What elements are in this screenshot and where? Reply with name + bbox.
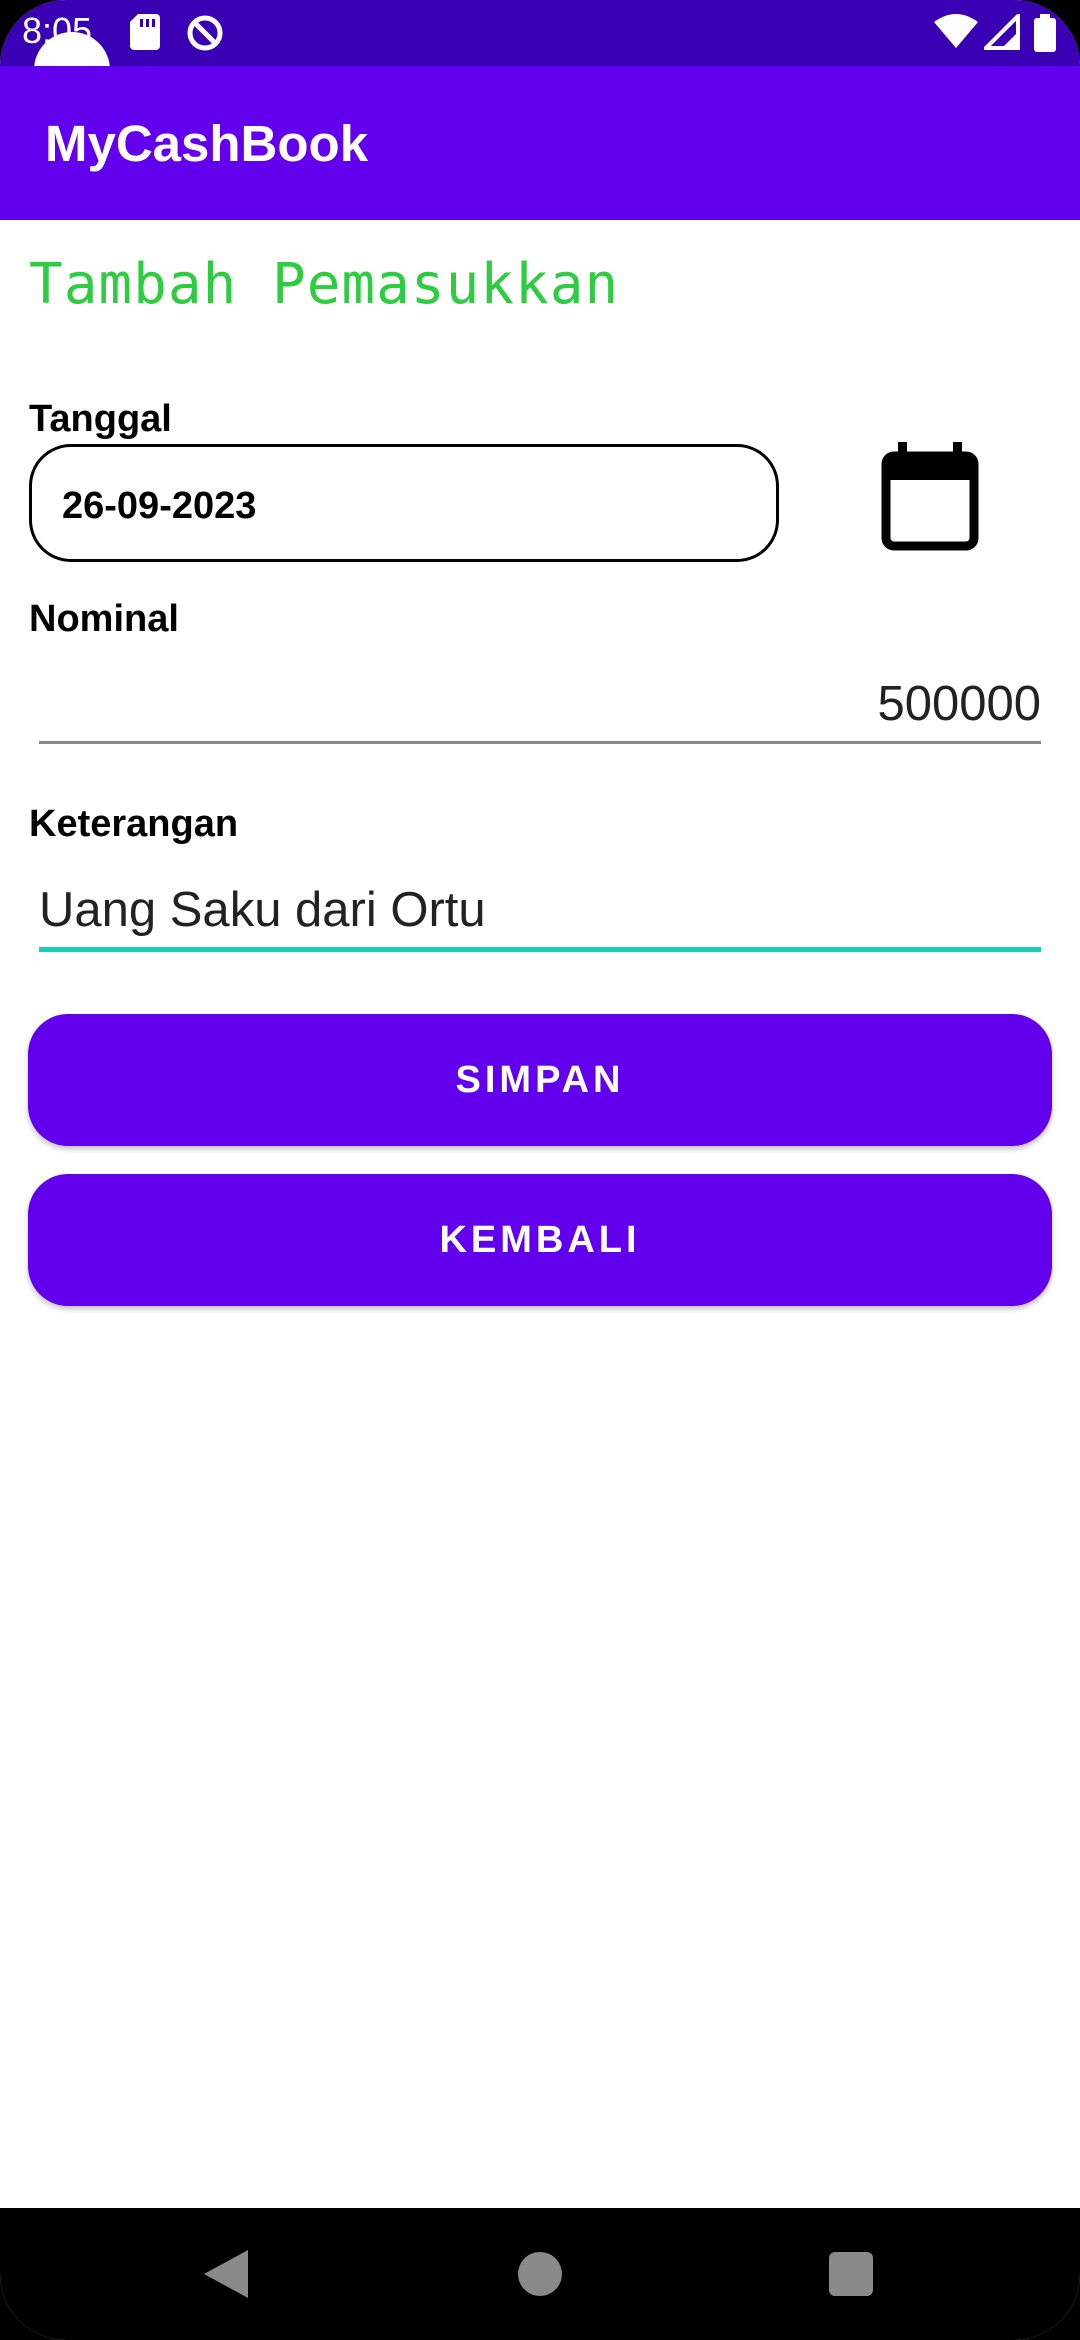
nominal-label: Nominal bbox=[29, 598, 179, 640]
page-title: Tambah Pemasukkan bbox=[29, 252, 620, 317]
nominal-value: 500000 bbox=[877, 677, 1041, 731]
navigation-bar bbox=[0, 2208, 1080, 2340]
wifi-icon bbox=[934, 14, 978, 55]
nav-home-icon[interactable] bbox=[518, 2252, 562, 2296]
keterangan-label: Keterangan bbox=[29, 803, 239, 845]
app-title: MyCashBook bbox=[45, 115, 369, 172]
app-screen: 8:05 MyCashBook Tambah Pemasukkan Tangga… bbox=[0, 0, 1080, 2340]
cell-signal-icon bbox=[981, 11, 1020, 55]
data-saver-icon bbox=[186, 14, 224, 57]
status-bar: 8:05 bbox=[0, 0, 1080, 66]
nav-recents-icon[interactable] bbox=[829, 2252, 873, 2296]
keterangan-value: Uang Saku dari Ortu bbox=[39, 883, 486, 937]
nav-back-icon[interactable] bbox=[204, 2250, 248, 2303]
date-label: Tanggal bbox=[29, 398, 172, 440]
battery-icon bbox=[1034, 14, 1056, 57]
sd-card-icon bbox=[130, 14, 160, 55]
back-button[interactable]: KEMBALI bbox=[28, 1174, 1052, 1306]
calendar-icon[interactable] bbox=[878, 440, 982, 554]
app-bar: MyCashBook bbox=[0, 66, 1080, 220]
date-field[interactable]: 26-09-2023 bbox=[29, 444, 779, 562]
date-value: 26-09-2023 bbox=[62, 485, 257, 527]
keterangan-input[interactable]: Uang Saku dari Ortu bbox=[39, 872, 1041, 952]
save-button[interactable]: SIMPAN bbox=[28, 1014, 1052, 1146]
nominal-input[interactable]: 500000 bbox=[39, 664, 1041, 744]
